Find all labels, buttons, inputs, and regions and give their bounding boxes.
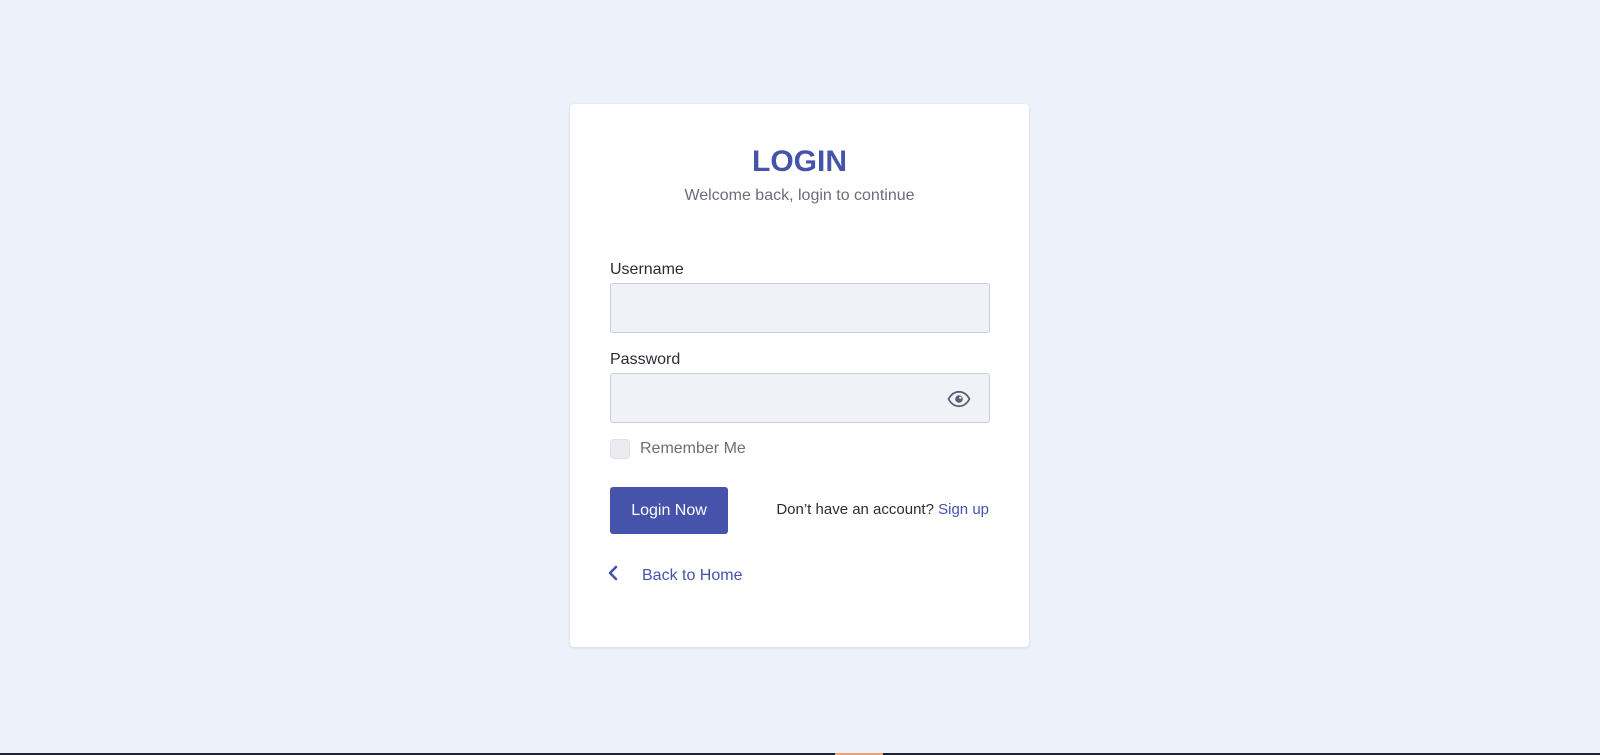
remember-me-checkbox[interactable]: [610, 439, 630, 459]
username-input[interactable]: [611, 284, 989, 332]
remember-me-label: Remember Me: [640, 440, 746, 457]
password-label: Password: [610, 351, 681, 368]
login-button[interactable]: Login Now: [610, 487, 728, 534]
password-group: Password: [610, 351, 990, 423]
remember-me-row: Remember Me: [610, 439, 746, 459]
signup-prompt-row: Don’t have an account? Sign up: [776, 501, 989, 518]
page-title: LOGIN: [752, 145, 847, 178]
signup-prompt-text: Don’t have an account?: [776, 501, 934, 518]
chevron-left-icon: [606, 564, 620, 587]
back-to-home-label: Back to Home: [642, 566, 743, 584]
login-card: LOGIN Welcome back, login to continue Us…: [570, 104, 1029, 647]
password-field-box: [610, 373, 990, 423]
signup-link[interactable]: Sign up: [938, 501, 989, 518]
page-subtitle: Welcome back, login to continue: [684, 187, 915, 204]
back-to-home-link[interactable]: Back to Home: [606, 564, 742, 587]
username-label: Username: [610, 261, 684, 278]
username-field-box: [610, 283, 990, 333]
password-input[interactable]: [611, 374, 989, 422]
eye-icon[interactable]: [947, 387, 971, 411]
username-group: Username: [610, 261, 990, 333]
